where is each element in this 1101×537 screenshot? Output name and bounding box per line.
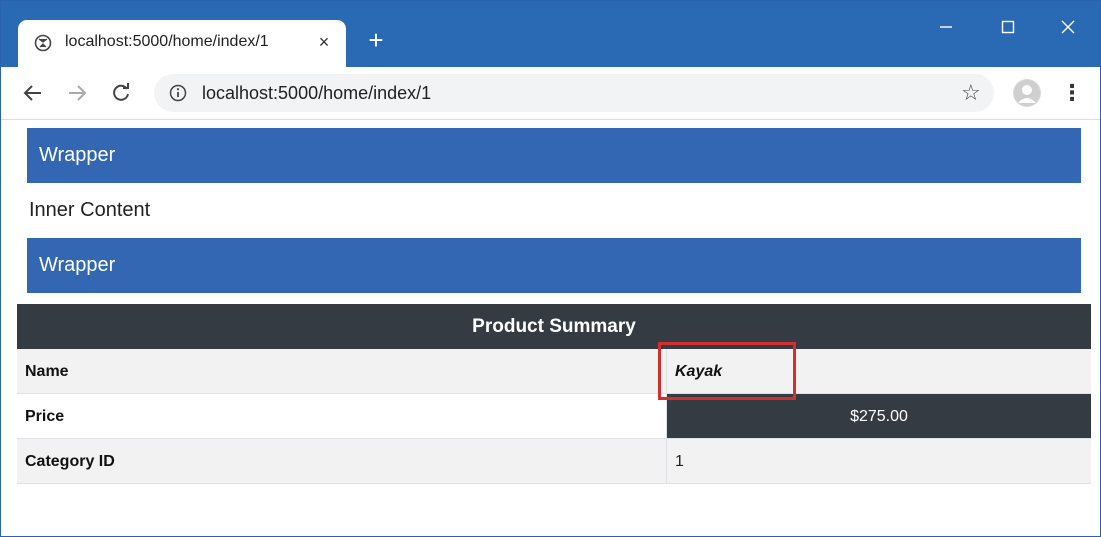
wrapper-top: Wrapper xyxy=(27,128,1081,183)
title-bar: localhost:5000/home/index/1 × + xyxy=(1,1,1100,67)
product-summary-table: Product Summary xyxy=(17,304,1091,349)
table-row: Category ID 1 xyxy=(17,439,1091,484)
row-value-price: $275.00 xyxy=(666,394,1091,439)
table-row: Name Kayak xyxy=(17,349,1091,394)
url-host: localhost xyxy=(202,83,274,103)
forward-icon xyxy=(69,85,87,101)
wrapper-bottom: Wrapper xyxy=(27,238,1081,293)
info-icon[interactable] xyxy=(169,84,187,102)
row-label-category: Category ID xyxy=(17,439,666,484)
maximize-icon xyxy=(1001,20,1015,33)
star-icon[interactable]: ☆ xyxy=(961,80,981,106)
row-value-category: 1 xyxy=(666,439,1091,484)
table-row: Price $275.00 xyxy=(17,394,1091,439)
globe-icon xyxy=(34,34,52,52)
tab-close-icon[interactable]: × xyxy=(313,31,335,53)
browser-toolbar: localhost:5000/home/index/1 ☆ xyxy=(1,67,1100,120)
browser-window: localhost:5000/home/index/1 × + localhos… xyxy=(0,0,1101,537)
row-label-price: Price xyxy=(17,394,666,439)
back-icon xyxy=(23,85,41,101)
minimize-icon xyxy=(940,26,952,28)
browser-tab[interactable]: localhost:5000/home/index/1 × xyxy=(18,20,346,67)
inner-content: Inner Content xyxy=(29,199,151,221)
maximize-button[interactable] xyxy=(985,9,1031,45)
reload-button[interactable] xyxy=(107,79,135,107)
url-path: :5000/home/index/1 xyxy=(273,83,432,103)
forward-button[interactable] xyxy=(63,79,91,107)
menu-icon[interactable]: ⋮ xyxy=(1061,80,1083,108)
new-tab-button[interactable]: + xyxy=(363,27,389,53)
table-heading: Product Summary xyxy=(17,304,1091,349)
row-label-name: Name xyxy=(17,349,666,394)
close-window-button[interactable] xyxy=(1045,9,1091,45)
back-button[interactable] xyxy=(19,79,47,107)
url-text: localhost:5000/home/index/1 xyxy=(202,83,431,104)
highlight-box xyxy=(658,342,796,400)
profile-icon[interactable] xyxy=(1013,79,1041,107)
address-bar[interactable]: localhost:5000/home/index/1 ☆ xyxy=(154,74,994,112)
reload-icon xyxy=(113,83,129,101)
close-icon xyxy=(1061,20,1075,34)
avatar xyxy=(1014,80,1040,106)
tab-title: localhost:5000/home/index/1 xyxy=(65,33,269,50)
minimize-button[interactable] xyxy=(923,9,969,45)
